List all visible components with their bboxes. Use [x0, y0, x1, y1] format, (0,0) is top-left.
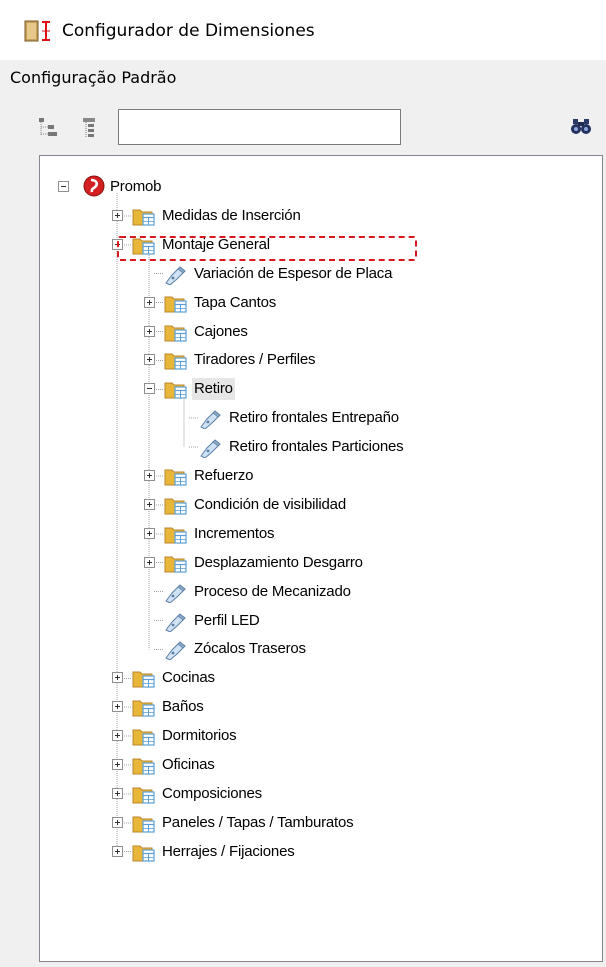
expand-toggle-icon[interactable] — [112, 787, 123, 799]
tag-item-icon — [164, 610, 188, 633]
highlight-annotation — [117, 236, 417, 261]
tree-node-herrajes-fijaciones[interactable]: Herrajes / Fijaciones — [98, 839, 600, 865]
folder-table-icon — [164, 523, 188, 545]
tree-node-promob[interactable]: Promob — [44, 174, 600, 200]
tree-node-banos[interactable]: Baños — [98, 694, 600, 720]
tree-node-retiro[interactable]: Retiro — [130, 376, 600, 402]
tree-node-composiciones[interactable]: Composiciones — [98, 781, 600, 807]
title-bar: Configurador de Dimensiones — [0, 0, 606, 60]
tree-node-label: Paneles / Tapas / Tamburatos — [162, 813, 354, 831]
tree-node-paneles-tapas[interactable]: Paneles / Tapas / Tamburatos — [98, 810, 600, 836]
tree-node-label: Perfil LED — [194, 611, 260, 629]
tree-node-variacion-espesor[interactable]: Variación de Espesor de Placa — [130, 261, 600, 287]
tag-item-icon — [199, 407, 223, 430]
tree-node-label: Cocinas — [162, 669, 215, 687]
tree-node-condicion-visibilidad[interactable]: Condición de visibilidad — [130, 492, 600, 518]
window-title: Configurador de Dimensiones — [62, 21, 315, 41]
folder-table-icon — [164, 321, 188, 343]
expand-toggle-icon[interactable] — [144, 470, 155, 481]
tree-node-label: Oficinas — [162, 756, 215, 773]
tree-node-label: Composiciones — [162, 784, 262, 802]
folder-table-icon — [132, 754, 156, 776]
tree-node-label: Proceso de Mecanizado — [194, 582, 351, 600]
tree-node-label: Retiro frontales Entrepaño — [229, 409, 399, 427]
expand-toggle-icon[interactable] — [112, 845, 123, 857]
expand-toggle-icon[interactable] — [112, 672, 123, 684]
tree-node-label: Retiro frontales Particiones — [229, 438, 404, 456]
collapse-toggle-icon[interactable] — [144, 383, 155, 395]
folder-table-icon — [164, 378, 188, 400]
tree-node-label: Retiro — [192, 378, 235, 401]
dimension-config-icon — [24, 20, 50, 42]
tree-node-cajones[interactable]: Cajones — [130, 319, 600, 345]
tree-node-label: Tiradores / Perfiles — [194, 351, 316, 369]
tree-node-label: Tapa Cantos — [194, 293, 277, 311]
tree-node-label: Medidas de Inserción — [162, 206, 301, 224]
tree-node-label: Incrementos — [194, 524, 275, 542]
tree-node-label: Condición de visibilidad — [194, 495, 346, 513]
tree-node-dormitorios[interactable]: Dormitorios — [98, 723, 600, 749]
folder-table-icon — [164, 292, 188, 314]
expand-all-button[interactable] — [38, 117, 60, 139]
collapse-all-button[interactable] — [78, 117, 100, 139]
expand-toggle-icon[interactable] — [112, 209, 123, 221]
expand-toggle-icon[interactable] — [144, 556, 155, 568]
expand-toggle-icon[interactable] — [112, 759, 123, 770]
folder-table-icon — [132, 725, 156, 747]
tag-item-icon — [164, 638, 188, 661]
find-button[interactable] — [570, 116, 592, 138]
tree-node-tapa-cantos[interactable]: Tapa Cantos — [130, 290, 600, 316]
tree-node-label: Dormitorios — [162, 727, 237, 745]
tree-node-label: Zócalos Traseros — [194, 640, 306, 658]
folder-table-icon — [164, 552, 188, 574]
tree-node-label: Variación de Espesor de Placa — [194, 264, 393, 282]
tree-node-zocalos-traseros[interactable]: Zócalos Traseros — [130, 636, 600, 662]
expand-toggle-icon[interactable] — [112, 730, 123, 742]
folder-table-icon — [132, 812, 156, 834]
folder-table-icon — [132, 783, 156, 805]
tree-node-label: Herrajes / Fijaciones — [162, 842, 295, 860]
expand-toggle-icon[interactable] — [112, 816, 123, 828]
folder-table-icon — [132, 696, 156, 718]
tree-node-label: Promob — [110, 178, 162, 195]
tree-node-proceso-mecanizado[interactable]: Proceso de Mecanizado — [130, 579, 600, 605]
tree-node-label: Cajones — [194, 322, 248, 340]
tree-node-label: Refuerzo — [194, 467, 254, 484]
expand-toggle-icon[interactable] — [144, 325, 155, 337]
tree-node-label: Baños — [162, 698, 204, 716]
folder-table-icon — [132, 205, 156, 227]
tree-node-retiro-entrepano[interactable]: Retiro frontales Entrepaño — [165, 405, 600, 431]
expand-toggle-icon[interactable] — [112, 701, 123, 713]
expand-toggle-icon[interactable] — [144, 296, 155, 308]
tree-node-retiro-particiones[interactable]: Retiro frontales Particiones — [165, 434, 600, 460]
folder-table-icon — [132, 667, 156, 689]
tree-node-perfil-led[interactable]: Perfil LED — [130, 608, 600, 634]
expand-toggle-icon[interactable] — [144, 498, 155, 510]
dimension-tree[interactable]: Promob Medidas de Inserción Montaje Gene… — [39, 155, 603, 962]
search-input[interactable] — [118, 109, 401, 145]
collapse-toggle-icon[interactable] — [58, 181, 69, 192]
promob-logo-icon — [82, 174, 106, 197]
expand-toggle-icon[interactable] — [144, 527, 155, 539]
tree-node-refuerzo[interactable]: Refuerzo — [130, 463, 600, 489]
collapse-tree-icon — [83, 118, 95, 137]
folder-table-icon — [164, 494, 188, 516]
tree-node-tiradores-perfiles[interactable]: Tiradores / Perfiles — [130, 347, 600, 373]
folder-table-icon — [164, 465, 188, 487]
expand-tree-icon — [39, 118, 57, 136]
expand-toggle-icon[interactable] — [144, 354, 155, 366]
configuration-label: Configuração Padrão — [10, 68, 177, 87]
tag-item-icon — [164, 263, 188, 286]
tree-node-oficinas[interactable]: Oficinas — [98, 752, 600, 778]
binoculars-icon — [571, 119, 591, 134]
folder-table-icon — [132, 841, 156, 863]
folder-table-icon — [164, 349, 188, 371]
tree-node-desplazamiento-desgarro[interactable]: Desplazamiento Desgarro — [130, 550, 600, 576]
tree-node-medidas-insercion[interactable]: Medidas de Inserción — [98, 203, 600, 229]
tag-item-icon — [199, 436, 223, 459]
tree-node-incrementos[interactable]: Incrementos — [130, 521, 600, 547]
tag-item-icon — [164, 581, 188, 604]
tree-node-label: Desplazamiento Desgarro — [194, 553, 363, 571]
tree-node-cocinas[interactable]: Cocinas — [98, 665, 600, 691]
